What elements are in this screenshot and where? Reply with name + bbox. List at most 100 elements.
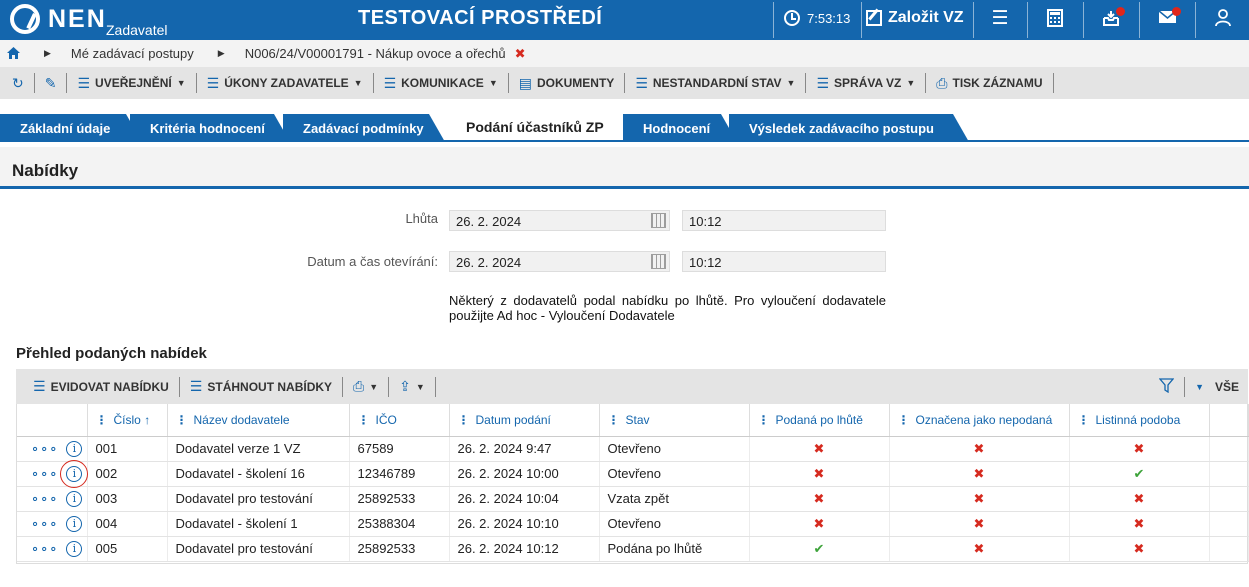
cross-icon: ✖: [813, 515, 825, 531]
contract-admin-menu[interactable]: ☰ SPRÁVA VZ ▼: [813, 75, 918, 92]
more-options-icon[interactable]: ∘∘∘: [31, 541, 58, 557]
cross-icon: ✖: [813, 490, 825, 506]
download-offers-button[interactable]: ☰ STÁHNOUT NABÍDKY: [187, 378, 335, 395]
more-options-icon[interactable]: ∘∘∘: [31, 441, 58, 457]
view-all-label: VŠE: [1214, 379, 1239, 394]
col-ico[interactable]: ⋮ IČO: [349, 404, 450, 437]
cell-late: ✖: [749, 436, 890, 462]
more-options-icon[interactable]: ∘∘∘: [31, 491, 58, 507]
cell-marked-unsubmitted: ✖: [889, 511, 1070, 537]
filter-button[interactable]: [1156, 377, 1177, 396]
cross-icon: ✖: [973, 490, 985, 506]
top-bar: NEN Zadavatel TESTOVACÍ PROSTŘEDÍ 7:53:1…: [0, 0, 1249, 40]
nonstandard-state-label: NESTANDARDNÍ STAV: [652, 76, 782, 90]
view-all-menu[interactable]: ▼ VŠE: [1192, 380, 1242, 394]
export-menu[interactable]: ⇪ ▼: [396, 378, 428, 395]
create-contract-button[interactable]: Založit VZ: [866, 9, 964, 27]
edit-button[interactable]: ✎: [42, 75, 60, 92]
caret-down-icon: ▼: [488, 78, 498, 88]
row-actions-cell: ∘∘∘ i: [17, 459, 89, 488]
tab-procedure-result[interactable]: Výsledek zadávacího postupu: [729, 114, 969, 142]
deadline-date-value: 26. 2. 2024: [456, 214, 522, 229]
calendar-icon[interactable]: [651, 254, 666, 269]
tab-submissions[interactable]: Podání účastníků ZP: [446, 112, 626, 142]
opening-date-field[interactable]: 26. 2. 2024: [449, 251, 670, 272]
col-supplier-name[interactable]: ⋮ Název dodavatele: [167, 404, 350, 437]
cell-late: ✖: [749, 486, 890, 512]
print-record-button[interactable]: ⎙ TISK ZÁZNAMU: [933, 75, 1045, 92]
table-row[interactable]: ∘∘∘ i 003 Dodavatel pro testování 25892533 26…: [17, 486, 1249, 512]
cell-spacer: [1209, 511, 1249, 537]
deadline-time-field[interactable]: 10:12: [682, 210, 886, 231]
opening-time-field[interactable]: 10:12: [682, 251, 886, 272]
caret-down-icon: ▼: [415, 381, 425, 392]
close-icon[interactable]: ✖: [515, 46, 526, 62]
section-header: Nabídky: [0, 147, 1249, 189]
cell-state: Podána po lhůtě: [599, 536, 750, 562]
refresh-button[interactable]: ↻: [9, 75, 27, 92]
info-icon[interactable]: i: [66, 540, 83, 557]
chevron-right-icon: ▶: [44, 48, 51, 58]
info-icon[interactable]: i: [66, 490, 83, 507]
tab-evaluation[interactable]: Hodnocení: [623, 114, 737, 142]
col-state-label: Stav: [625, 412, 650, 427]
cell-state: Otevřeno: [599, 461, 750, 487]
info-icon[interactable]: i: [66, 440, 83, 457]
col-state[interactable]: ⋮ Stav: [599, 404, 750, 437]
tab-basic-info[interactable]: Základní údaje: [0, 114, 142, 142]
cell-ico: 25892533: [349, 536, 450, 562]
clock-icon: [784, 10, 800, 26]
col-spacer: [1209, 404, 1249, 437]
cell-submission-date: 26. 2. 2024 9:47: [449, 436, 600, 462]
user-icon[interactable]: [1213, 9, 1233, 29]
col-late[interactable]: ⋮ Podaná po lhůtě: [749, 404, 890, 437]
col-number[interactable]: ⋮ Číslo ↑: [87, 404, 168, 437]
table-row[interactable]: ∘∘∘ i 005 Dodavatel pro testování 25892533 26…: [17, 536, 1249, 562]
print-menu[interactable]: ⎙ ▼: [350, 378, 381, 395]
table-row[interactable]: ∘∘∘ i 004 Dodavatel - školení 1 25388304 26. …: [17, 511, 1249, 537]
cell-paper-form: ✔: [1069, 461, 1210, 487]
divider: [507, 73, 509, 93]
calendar-icon[interactable]: [651, 213, 666, 228]
sort-ascending-icon: ↑: [144, 412, 151, 427]
tab-evaluation-criteria[interactable]: Kritéria hodnocení: [130, 114, 290, 142]
tab-tender-conditions[interactable]: Zadávací podmínky: [283, 114, 445, 142]
more-options-icon[interactable]: ∘∘∘: [31, 466, 58, 482]
col-paper-form[interactable]: ⋮ Listinná podoba: [1069, 404, 1210, 437]
cell-ico: 12346789: [349, 461, 450, 487]
info-icon[interactable]: i: [60, 459, 89, 488]
register-offer-button[interactable]: ☰ EVIDOVAT NABÍDKU: [30, 378, 172, 395]
home-icon[interactable]: [7, 46, 20, 62]
logo-subtitle: Zadavatel: [106, 22, 168, 38]
more-options-icon[interactable]: ∘∘∘: [31, 516, 58, 532]
row-actions-cell: ∘∘∘ i: [17, 486, 88, 512]
breadcrumb-item-my-procedures[interactable]: Mé zadávací postupy: [71, 46, 194, 61]
table-row[interactable]: ∘∘∘ i 002 Dodavatel - školení 16 12346789 26.…: [17, 459, 1249, 488]
info-icon[interactable]: i: [66, 515, 83, 532]
late-submission-note: Některý z dodavatelů podal nabídku po lh…: [449, 293, 886, 323]
menu-icon[interactable]: ☰: [990, 9, 1010, 29]
col-submission-date[interactable]: ⋮ Datum podání: [449, 404, 600, 437]
documents-button[interactable]: ▤ DOKUMENTY: [516, 75, 618, 92]
col-supplier-name-label: Název dodavatele: [193, 412, 290, 427]
cross-icon: ✖: [1133, 490, 1145, 506]
divider: [342, 376, 344, 397]
calculator-icon[interactable]: [1045, 9, 1065, 29]
cross-icon: ✖: [1133, 440, 1145, 456]
cell-ico: 25892533: [349, 486, 450, 512]
deadline-date-field[interactable]: 26. 2. 2024: [449, 210, 670, 231]
nonstandard-state-menu[interactable]: ☰ NESTANDARDNÍ STAV ▼: [632, 75, 798, 92]
grid-toolbar: ☰ EVIDOVAT NABÍDKU ☰ STÁHNOUT NABÍDKY ⎙ ▼ ⇪…: [16, 369, 1248, 404]
communication-menu[interactable]: ☰ KOMUNIKACE ▼: [381, 75, 501, 92]
document-icon: ▤: [518, 74, 532, 91]
col-marked-unsubmitted[interactable]: ⋮ Označena jako nepodaná: [889, 404, 1070, 437]
publication-menu[interactable]: ☰ UVEŘEJNĚNÍ ▼: [74, 75, 188, 92]
list-icon: ☰: [635, 74, 648, 91]
col-late-label: Podaná po lhůtě: [775, 412, 863, 427]
cross-icon: ✖: [1133, 515, 1145, 531]
deadline-time-value: 10:12: [689, 214, 722, 229]
cell-number: 004: [87, 511, 168, 537]
contracting-acts-menu[interactable]: ☰ ÚKONY ZADAVATELE ▼: [204, 75, 366, 92]
table-row[interactable]: ∘∘∘ i 001 Dodavatel verze 1 VZ 67589 26. 2. 2…: [17, 436, 1249, 462]
cross-icon: ✖: [973, 515, 985, 531]
